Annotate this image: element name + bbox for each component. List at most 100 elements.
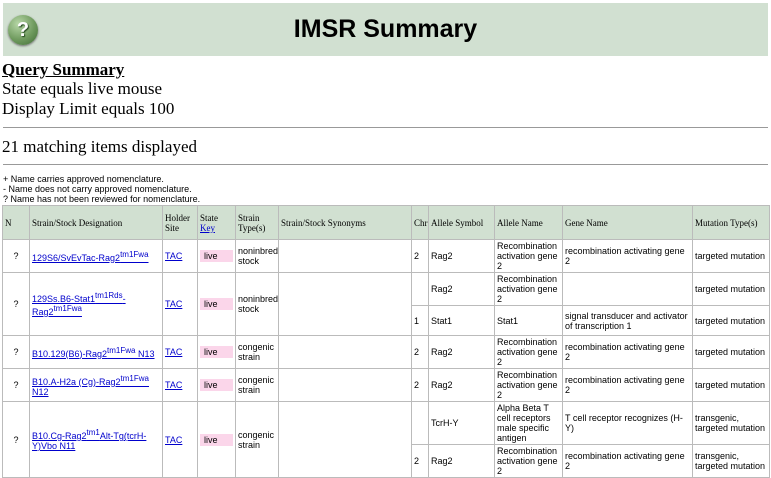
chromosome: 2 — [411, 335, 429, 369]
allele-superscript: tm1Rds — [95, 291, 123, 300]
col-n: N — [2, 205, 30, 240]
col-state-label: State — [200, 212, 218, 223]
holder-site-link[interactable]: TAC — [165, 299, 182, 309]
holder-site-link[interactable]: TAC — [165, 380, 182, 390]
allele-name: Recombination activation gene 2 — [494, 272, 563, 306]
gene-name: recombination activating gene 2 — [562, 239, 693, 273]
strain-type: congenic strain — [235, 368, 279, 402]
strain-link[interactable]: 129Ss.B6-Stat1tm1Rds-Rag2tm1Fwa — [32, 291, 126, 317]
strain-text: N12 — [32, 386, 49, 397]
allele-superscript: tm1Fwa — [53, 304, 82, 313]
allele-symbol: Rag2 — [428, 239, 495, 273]
strain-synonyms — [278, 272, 412, 336]
col-holder: Holder Site — [162, 205, 198, 240]
col-strain: Strain/Stock Designation — [29, 205, 163, 240]
holder-site-link[interactable]: TAC — [165, 251, 182, 261]
strain-designation: B10.Cg-Rag2tm1Alt-Tg(tcrH-Y)Vbo N11 — [29, 401, 163, 478]
state-badge: live — [200, 298, 233, 310]
strain-type: noninbred stock — [235, 272, 279, 336]
strain-synonyms — [278, 239, 412, 273]
allele-symbol: Rag2 — [428, 335, 495, 369]
nomenclature-legend-not-reviewed: ? Name has not been reviewed for nomencl… — [3, 194, 201, 204]
strain-link[interactable]: B10.A-H2a (Cg)-Rag2tm1Fwa N12 — [32, 373, 149, 397]
allele-name: Recombination activation gene 2 — [494, 368, 563, 402]
table-row: ? 129S6/SvEvTac-Rag2tm1Fwa TAC live noninbre… — [2, 239, 770, 273]
nomenclature-status: ? — [2, 335, 30, 369]
state-badge: live — [200, 379, 233, 391]
state-cell: live — [197, 368, 236, 402]
strain-link[interactable]: B10.Cg-Rag2tm1Alt-Tg(tcrH-Y)Vbo N11 — [32, 428, 146, 451]
nomenclature-legend-approved: + Name carries approved nomenclature. — [3, 174, 164, 184]
col-state: State Key — [197, 205, 236, 240]
page-header: ? IMSR Summary — [3, 3, 768, 56]
allele-symbol: Rag2 — [428, 368, 495, 402]
holder-site: TAC — [162, 335, 198, 369]
strain-type: noninbred stock — [235, 239, 279, 273]
col-allele-symbol: Allele Symbol — [428, 205, 495, 240]
query-summary-title: Query Summary — [2, 60, 125, 79]
col-mutation: Mutation Type(s) — [692, 205, 770, 240]
strain-designation: 129Ss.B6-Stat1tm1Rds-Rag2tm1Fwa — [29, 272, 163, 336]
allele-name: Recombination activation gene 2 — [494, 335, 563, 369]
allele-name: Recombination activation gene 2 — [494, 444, 563, 478]
strain-synonyms — [278, 335, 412, 369]
holder-site: TAC — [162, 272, 198, 336]
nomenclature-status: ? — [2, 272, 30, 336]
mutation-type: transgenic, targeted mutation — [692, 444, 770, 478]
state-badge: live — [200, 346, 233, 358]
mutation-type: targeted mutation — [692, 305, 770, 336]
allele-name: Recombination activation gene 2 — [494, 239, 563, 273]
table-row: ? B10.A-H2a (Cg)-Rag2tm1Fwa N12 TAC live con… — [2, 368, 770, 402]
allele-superscript: tm1 — [86, 428, 100, 437]
holder-site: TAC — [162, 239, 198, 273]
strain-text: B10.129(B6)-Rag2 — [32, 348, 108, 359]
allele-superscript: tm1Fwa — [120, 373, 149, 383]
gene-name: recombination activating gene 2 — [562, 368, 693, 402]
mutation-type: transgenic, targeted mutation — [692, 401, 770, 445]
strain-text: 129S6/SvEvTac-Rag2 — [32, 252, 121, 263]
gene-name — [562, 272, 693, 306]
state-badge: live — [200, 433, 233, 446]
results-body: ? 129S6/SvEvTac-Rag2tm1Fwa TAC live noninbre… — [2, 239, 770, 478]
nomenclature-status: ? — [2, 401, 30, 478]
table-header-row: N Strain/Stock Designation Holder Site S… — [2, 205, 770, 240]
query-criterion-limit: Display Limit equals 100 — [2, 99, 175, 118]
divider — [3, 164, 768, 165]
state-key-link[interactable]: Key — [200, 223, 215, 233]
chromosome: 2 — [411, 444, 429, 478]
holder-site-link[interactable]: TAC — [165, 347, 182, 357]
strain-link[interactable]: B10.129(B6)-Rag2tm1Fwa N13 — [32, 346, 155, 359]
table-row: ? B10.Cg-Rag2tm1Alt-Tg(tcrH-Y)Vbo N11 TAC l… — [2, 401, 770, 478]
chromosome — [411, 272, 429, 306]
allele-symbol: Stat1 — [428, 305, 495, 336]
strain-designation: 129S6/SvEvTac-Rag2tm1Fwa — [29, 239, 163, 273]
holder-site: TAC — [162, 368, 198, 402]
allele-symbol: Rag2 — [428, 444, 495, 478]
mutation-type: targeted mutation — [692, 239, 770, 273]
allele-name: Alpha Beta T cell receptors male specifi… — [494, 401, 563, 445]
state-badge: live — [200, 250, 233, 262]
state-cell: live — [197, 239, 236, 273]
col-type: Strain Type(s) — [235, 205, 279, 240]
table-row: ? 129Ss.B6-Stat1tm1Rds-Rag2tm1Fwa TAC live n… — [2, 272, 770, 336]
gene-name: recombination activating gene 2 — [562, 444, 693, 478]
results-table: N Strain/Stock Designation Holder Site S… — [2, 205, 770, 478]
page-title: IMSR Summary — [293, 15, 478, 43]
divider — [3, 127, 768, 128]
strain-synonyms — [278, 368, 412, 402]
gene-name: signal transducer and activator of trans… — [562, 305, 693, 336]
state-cell: live — [197, 401, 236, 478]
holder-site: TAC — [162, 401, 198, 478]
chromosome: 2 — [411, 239, 429, 273]
gene-name: recombination activating gene 2 — [562, 335, 693, 369]
strain-synonyms — [278, 401, 412, 478]
allele-name: Stat1 — [494, 305, 563, 336]
strain-text: B10.A-H2a (Cg)-Rag2 — [32, 376, 121, 387]
strain-text: B10.Cg-Rag2 — [32, 431, 87, 441]
strain-type: congenic strain — [235, 401, 279, 478]
holder-site-link[interactable]: TAC — [165, 435, 182, 445]
strain-link[interactable]: 129S6/SvEvTac-Rag2tm1Fwa — [32, 250, 149, 263]
strain-text: 129Ss.B6-Stat1 — [32, 294, 96, 304]
mutation-type: targeted mutation — [692, 272, 770, 306]
mutation-type: targeted mutation — [692, 335, 770, 369]
